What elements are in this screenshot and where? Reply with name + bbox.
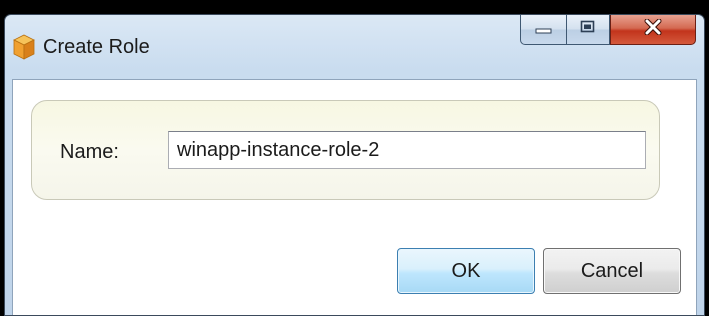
cube-icon [13,34,35,60]
create-role-dialog: Create Role Name: winapp-instance-role-2… [4,14,705,316]
window-title: Create Role [43,36,150,58]
minimize-button[interactable] [520,15,566,45]
ok-button[interactable]: OK [397,248,535,294]
name-label: Name: [60,141,119,163]
minimize-icon [535,21,553,39]
caption-buttons [520,15,696,45]
name-panel: Name: [31,100,660,200]
dialog-content: Name: OK Cancel [12,79,697,315]
cancel-button[interactable]: Cancel [543,248,681,294]
title-bar[interactable]: Create Role [5,15,704,79]
name-input[interactable] [168,131,646,169]
maximize-button[interactable] [566,15,610,45]
close-icon [643,18,663,40]
maximize-icon [580,20,596,39]
close-button[interactable] [610,15,696,45]
